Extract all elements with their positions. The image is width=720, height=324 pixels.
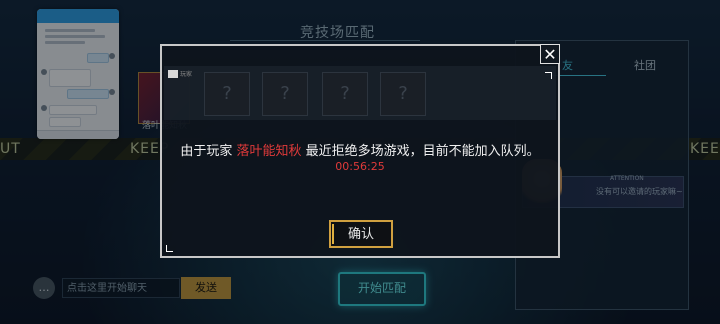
message-prefix: 由于玩家 [180, 144, 233, 159]
player-name: 落叶能知秋 [236, 144, 302, 159]
cooldown-timer: 00:56:25 [335, 160, 385, 173]
message-suffix: 最近拒绝多场游戏，目前不能加入队列。 [305, 144, 540, 159]
confirm-button[interactable]: 确认 [329, 220, 393, 248]
player-mini-icon [168, 70, 178, 78]
ban-message: 由于玩家 落叶能知秋 最近拒绝多场游戏，目前不能加入队列。 [162, 140, 558, 159]
team-slot: ? [380, 72, 426, 116]
corner-decoration [545, 72, 552, 79]
team-slot: ? [262, 72, 308, 116]
team-slot: ? [204, 72, 250, 116]
team-slot: ? [322, 72, 368, 116]
corner-decoration [166, 245, 173, 252]
queue-ban-dialog: 玩家 ? ? ? ? 由于玩家 落叶能知秋 最近拒绝多场游戏，目前不能加入队列。… [160, 44, 560, 258]
close-icon[interactable]: ✕ [540, 44, 560, 64]
player-mini-label: 玩家 [180, 71, 193, 78]
